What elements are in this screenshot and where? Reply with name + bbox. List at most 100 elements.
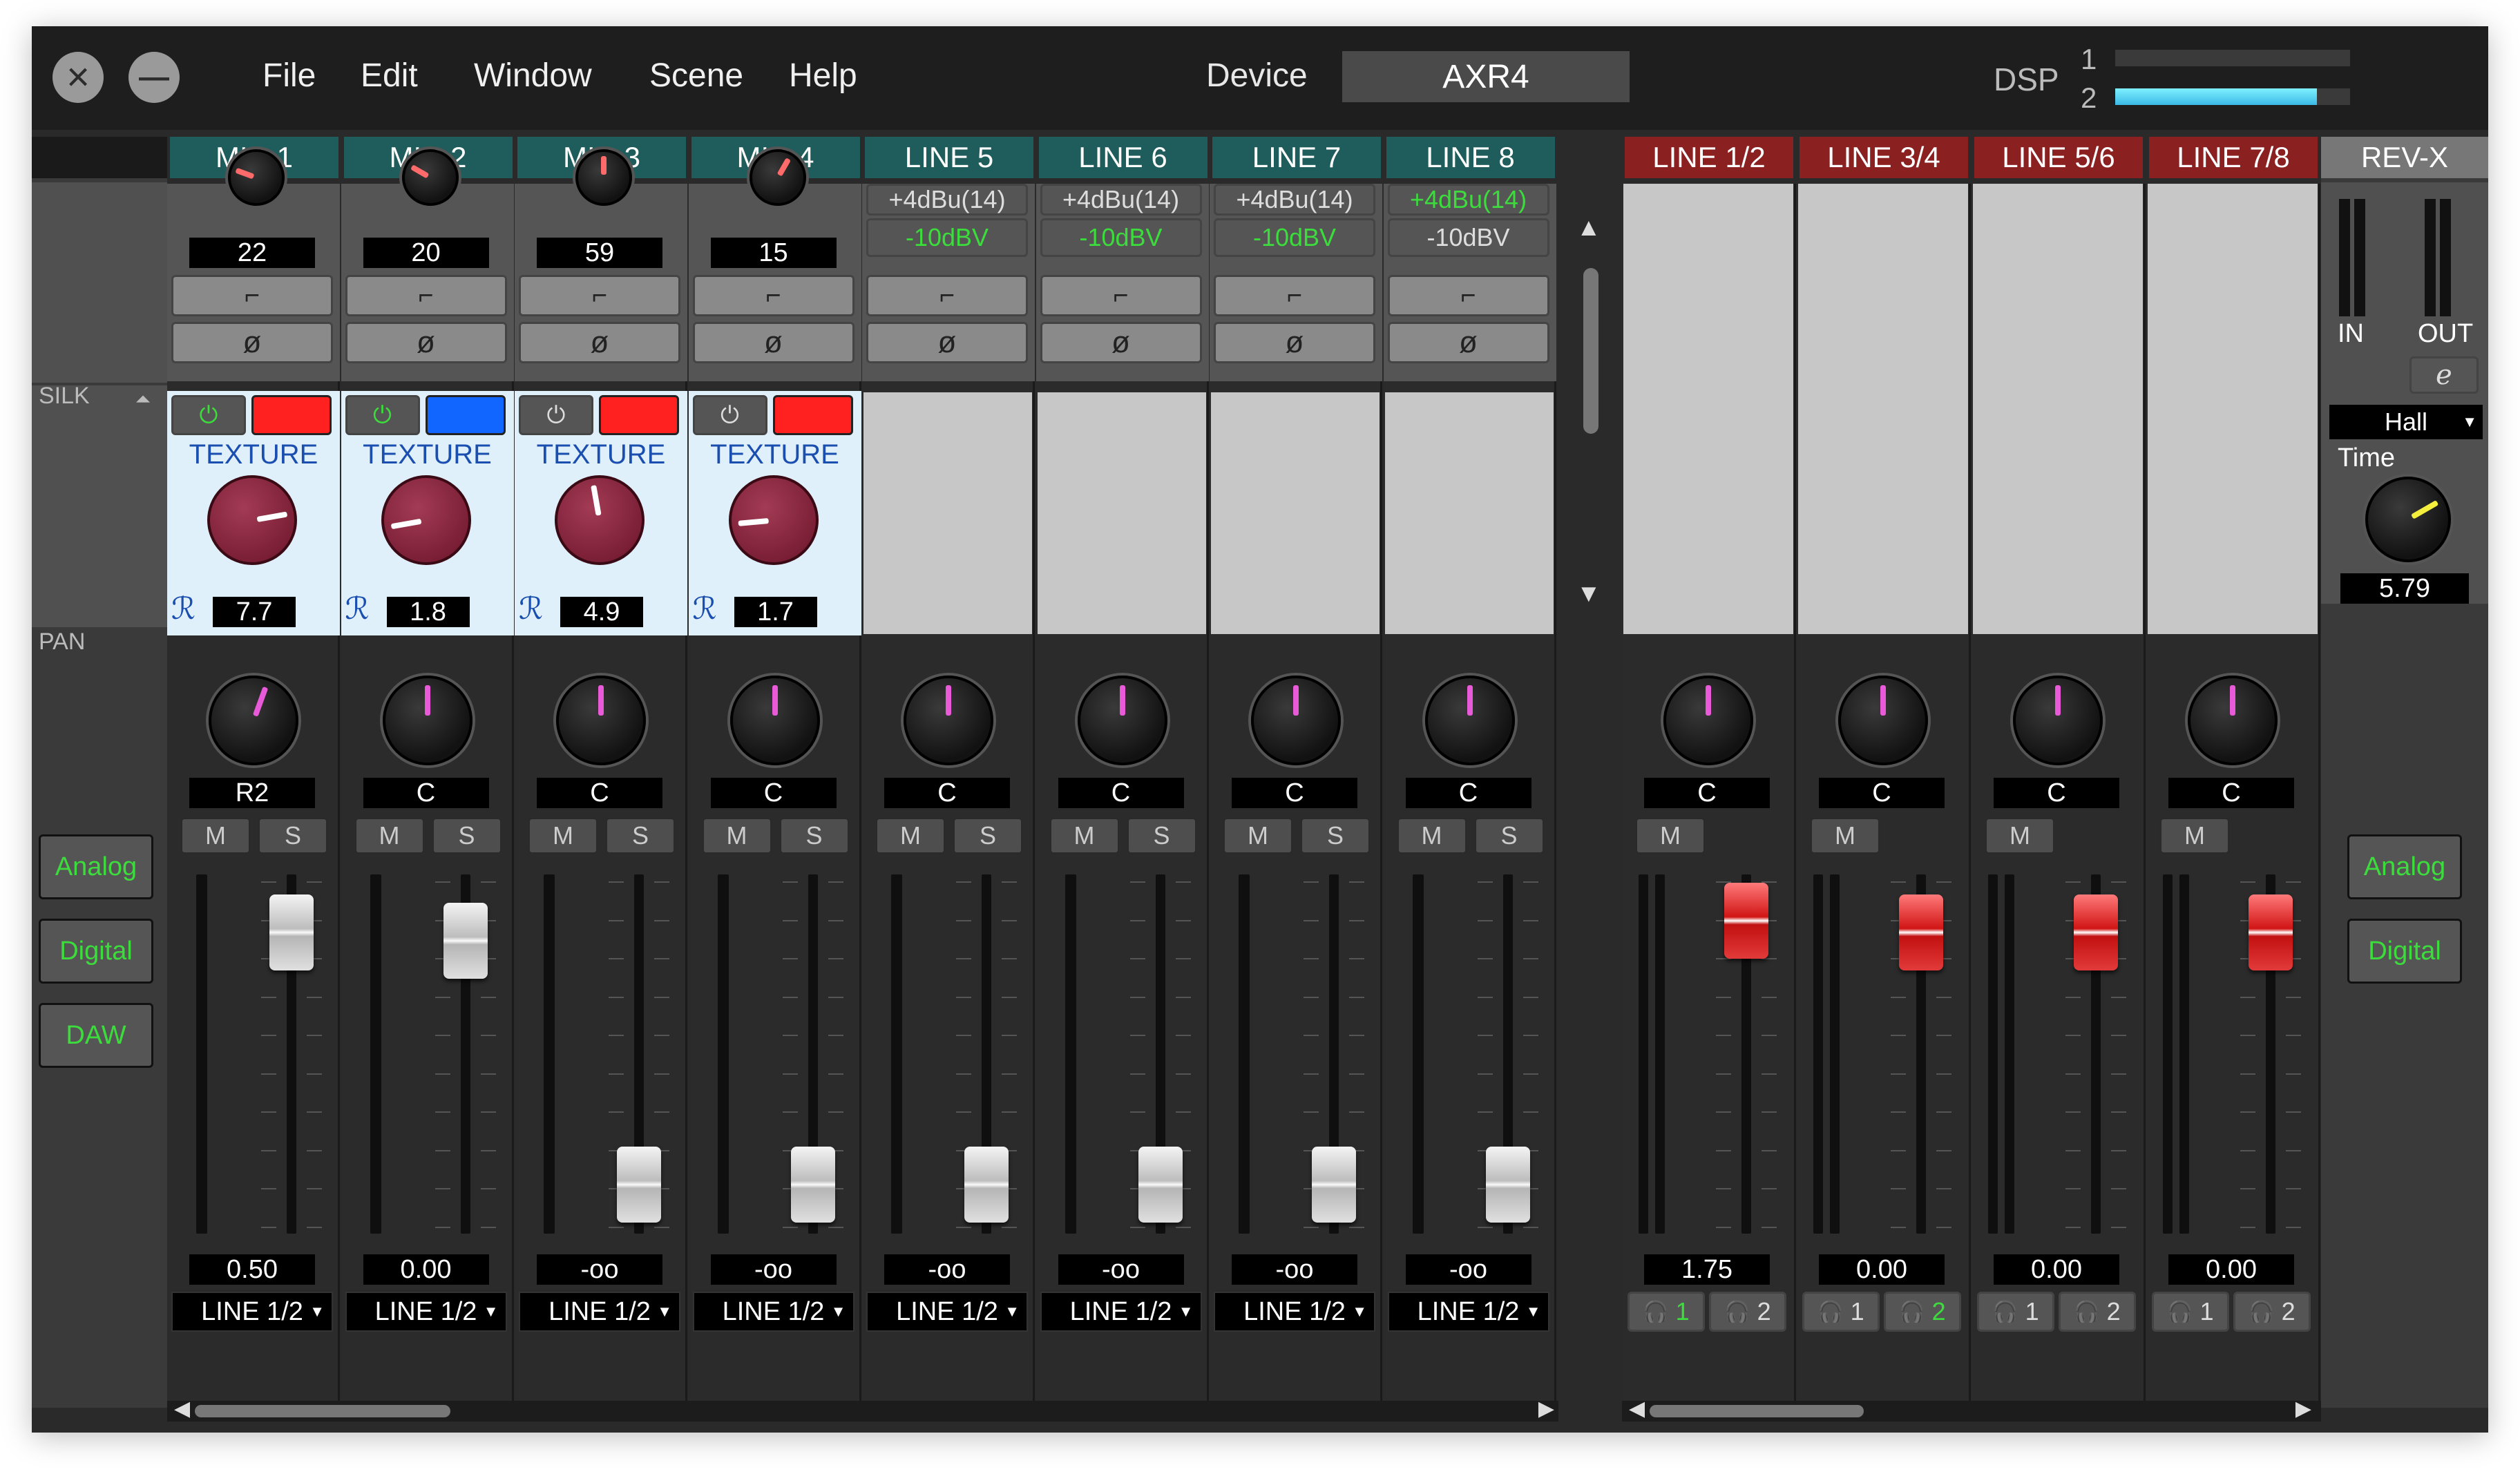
solo-button[interactable]: S: [606, 818, 675, 854]
mute-button[interactable]: M: [528, 818, 598, 854]
minus10dbv-button[interactable]: -10dBV: [1387, 218, 1549, 257]
route-select[interactable]: LINE 1/2 ▼: [519, 1292, 680, 1332]
scroll-down-icon[interactable]: ▼: [1576, 579, 1601, 608]
pan-knob[interactable]: [2188, 676, 2278, 765]
headphone-2-button[interactable]: 🎧 2: [2233, 1292, 2311, 1332]
route-select[interactable]: LINE 1/2 ▼: [1214, 1292, 1375, 1332]
minus10dbv-button[interactable]: -10dBV: [866, 218, 1028, 257]
pan-knob[interactable]: [556, 676, 646, 765]
hpf-button[interactable]: ⌐: [345, 275, 507, 316]
scroll-right-icon[interactable]: ▶: [2295, 1397, 2311, 1421]
channel-fader[interactable]: [269, 894, 314, 970]
scroll-up-icon[interactable]: ▲: [1576, 213, 1601, 242]
revx-type-select[interactable]: Hall ▼: [2329, 405, 2483, 439]
device-selector[interactable]: AXR4: [1342, 51, 1630, 102]
revx-analog-button[interactable]: Analog: [2347, 834, 2462, 899]
pan-knob[interactable]: [1663, 676, 1753, 765]
output-horizontal-scrollbar[interactable]: ◀ ▶: [1622, 1397, 2321, 1422]
gain-knob[interactable]: [575, 149, 632, 206]
solo-button[interactable]: S: [1474, 818, 1544, 854]
headphone-2-button[interactable]: 🎧 2: [1709, 1292, 1786, 1332]
route-select[interactable]: LINE 1/2 ▼: [866, 1292, 1028, 1332]
silk-color-button[interactable]: [599, 395, 679, 435]
hpf-button[interactable]: ⌐: [519, 275, 680, 316]
phase-button[interactable]: ø: [1040, 322, 1202, 363]
silk-color-button[interactable]: [251, 395, 332, 435]
texture-knob[interactable]: [555, 475, 645, 565]
scroll-right-icon[interactable]: ▶: [1538, 1397, 1554, 1421]
mute-button[interactable]: M: [1636, 818, 1705, 854]
texture-knob[interactable]: [728, 475, 819, 565]
hpf-button[interactable]: ⌐: [866, 275, 1028, 316]
pan-knob[interactable]: [1077, 676, 1167, 765]
scroll-left-icon[interactable]: ◀: [174, 1397, 190, 1421]
silk-color-button[interactable]: [425, 395, 506, 435]
solo-button[interactable]: S: [258, 818, 327, 854]
headphone-2-button[interactable]: 🎧 2: [1884, 1292, 1961, 1332]
channel-fader[interactable]: [1485, 1146, 1530, 1223]
route-select[interactable]: LINE 1/2 ▼: [692, 1292, 855, 1332]
phase-button[interactable]: ø: [519, 322, 680, 363]
phase-button[interactable]: ø: [1387, 322, 1549, 363]
output-fader[interactable]: [2249, 894, 2293, 970]
minus10dbv-button[interactable]: -10dBV: [1040, 218, 1202, 257]
hpf-button[interactable]: ⌐: [1214, 275, 1375, 316]
mute-button[interactable]: M: [1223, 818, 1292, 854]
hpf-button[interactable]: ⌐: [1387, 275, 1549, 316]
output-fader[interactable]: [1899, 894, 1943, 970]
pan-knob[interactable]: [1424, 676, 1515, 765]
mute-button[interactable]: M: [1397, 818, 1467, 854]
pan-knob[interactable]: [1251, 676, 1341, 765]
revx-edit-button[interactable]: ℯ: [2409, 356, 2479, 394]
channel-fader[interactable]: [443, 903, 488, 979]
headphone-2-button[interactable]: 🎧 2: [2059, 1292, 2136, 1332]
headphone-1-button[interactable]: 🎧 1: [1628, 1292, 1705, 1332]
input-scroll-thumb[interactable]: [195, 1405, 450, 1417]
scroll-thumb[interactable]: [1583, 268, 1598, 434]
gain-knob[interactable]: [228, 149, 285, 206]
hpf-button[interactable]: ⌐: [692, 275, 855, 316]
minimize-icon[interactable]: —: [128, 52, 180, 103]
revx-time-knob[interactable]: [2365, 477, 2451, 562]
headphone-1-button[interactable]: 🎧 1: [1802, 1292, 1880, 1332]
pan-knob[interactable]: [209, 676, 298, 765]
power-icon[interactable]: ⏻: [692, 395, 767, 435]
hpf-button[interactable]: ⌐: [1040, 275, 1202, 316]
daw-button[interactable]: DAW: [39, 1003, 153, 1068]
mute-button[interactable]: M: [1985, 818, 2054, 854]
hpf-button[interactable]: ⌐: [171, 275, 333, 316]
channel-fader[interactable]: [617, 1146, 661, 1223]
phase-button[interactable]: ø: [171, 322, 333, 363]
texture-knob[interactable]: [381, 475, 471, 565]
power-icon[interactable]: ⏻: [171, 395, 246, 435]
channel-fader[interactable]: [1138, 1146, 1183, 1223]
mute-button[interactable]: M: [2160, 818, 2229, 854]
plus4dbu-button[interactable]: +4dBu(14): [866, 184, 1028, 216]
pan-knob[interactable]: [2013, 676, 2103, 765]
phase-button[interactable]: ø: [866, 322, 1028, 363]
pan-knob[interactable]: [729, 676, 820, 765]
route-select[interactable]: LINE 1/2 ▼: [1040, 1292, 1202, 1332]
output-fader[interactable]: [2074, 894, 2118, 970]
plus4dbu-button[interactable]: +4dBu(14): [1387, 184, 1549, 216]
close-icon[interactable]: ×: [52, 52, 104, 103]
scroll-left-icon[interactable]: ◀: [1629, 1397, 1645, 1421]
input-horizontal-scrollbar[interactable]: ◀ ▶: [167, 1397, 1558, 1422]
headphone-1-button[interactable]: 🎧 1: [1977, 1292, 2054, 1332]
texture-knob[interactable]: [207, 475, 297, 565]
collapse-icon[interactable]: ⏶: [135, 388, 151, 411]
revx-digital-button[interactable]: Digital: [2347, 919, 2462, 984]
power-icon[interactable]: ⏻: [345, 395, 420, 435]
menu-edit[interactable]: Edit: [361, 57, 418, 95]
solo-button[interactable]: S: [1127, 818, 1196, 854]
headphone-1-button[interactable]: 🎧 1: [2152, 1292, 2229, 1332]
gain-knob[interactable]: [401, 149, 459, 206]
phase-button[interactable]: ø: [345, 322, 507, 363]
channel-fader[interactable]: [1312, 1146, 1356, 1223]
mute-button[interactable]: M: [1811, 818, 1880, 854]
menu-help[interactable]: Help: [789, 57, 857, 95]
solo-button[interactable]: S: [1301, 818, 1370, 854]
mute-button[interactable]: M: [876, 818, 945, 854]
phase-button[interactable]: ø: [692, 322, 855, 363]
vertical-scrollbar[interactable]: ▲ ▼: [1558, 137, 1622, 1408]
